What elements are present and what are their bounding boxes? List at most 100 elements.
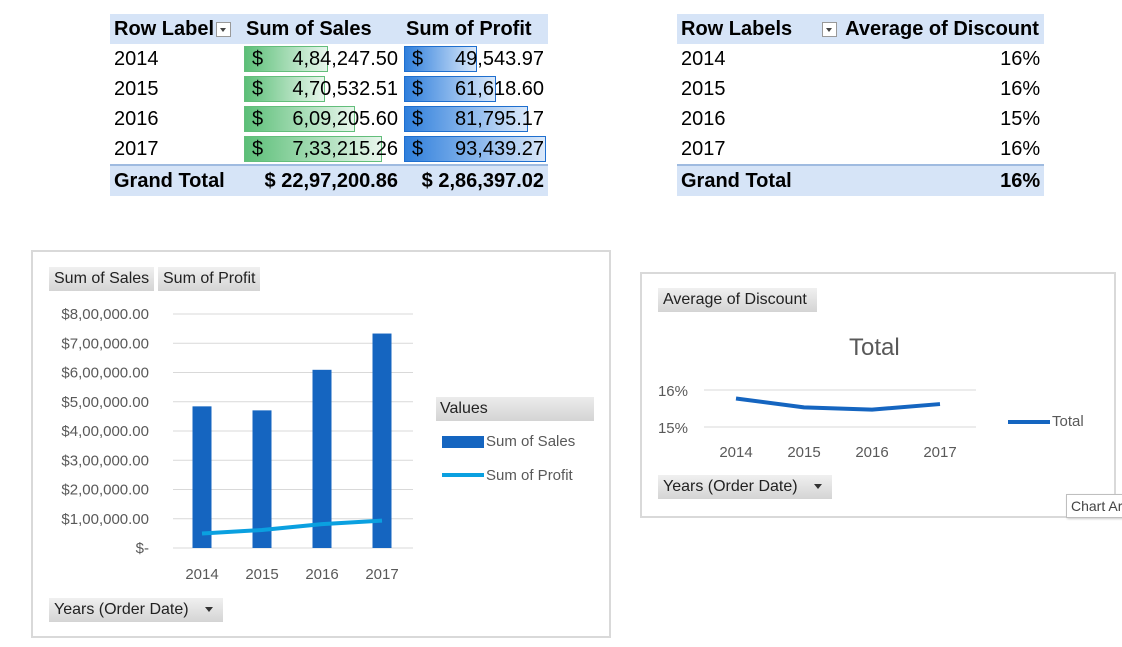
pivot-header-sales[interactable]: Sum of Sales xyxy=(242,14,402,44)
currency-symbol: $ xyxy=(412,47,424,70)
pivot-row-year[interactable]: 2017 xyxy=(110,134,242,165)
x-tick-label: 2017 xyxy=(923,444,956,461)
currency-symbol: $ xyxy=(252,77,264,100)
y-tick-label: $1,00,000.00 xyxy=(61,511,149,528)
legend-label-sum-of-profit: Sum of Profit xyxy=(486,467,573,484)
pivot-row: 2017 $7,33,215.26 $93,439.27 xyxy=(110,134,548,165)
currency-symbol: $ xyxy=(252,107,264,130)
currency-symbol: $ xyxy=(252,47,264,70)
pivot-value-sales: 4,84,247.50 xyxy=(292,47,398,70)
pivot2-row-year[interactable]: 2016 xyxy=(677,104,841,134)
chevron-down-icon[interactable] xyxy=(204,607,213,613)
y-tick-label: $2,00,000.00 xyxy=(61,482,149,499)
filter-dropdown-icon[interactable] xyxy=(822,21,838,37)
currency-symbol: $ xyxy=(252,137,264,160)
pivot-value-sales: 4,70,532.51 xyxy=(292,77,398,100)
pivot-header-row-label-text: Row Label xyxy=(114,17,215,40)
pivot-grand-total-sales[interactable]: $ 22,97,200.86 xyxy=(242,164,402,196)
pivot-grand-total-profit[interactable]: $ 2,86,397.02 xyxy=(402,164,548,196)
pivot2-header-row-label[interactable]: Row Labels xyxy=(677,14,842,44)
pivot-grand-total-label[interactable]: Grand Total xyxy=(110,164,242,196)
pivot-table-discount: Row Labels Average of Discount 2014 16% 20… xyxy=(677,14,1045,196)
pivot2-grand-total-discount[interactable]: 16% xyxy=(841,164,1045,196)
y-tick-label: 16% xyxy=(658,383,688,400)
axis-field-button-years-2-label: Years (Order Date) xyxy=(663,478,798,495)
pivot2-row-year[interactable]: 2014 xyxy=(677,44,841,74)
y-tick-label: $8,00,000.00 xyxy=(61,306,149,323)
pivot-row-year[interactable]: 2015 xyxy=(110,74,242,104)
y-tick-label: $4,00,000.00 xyxy=(61,423,149,440)
pivot2-header-row-label-text: Row Labels xyxy=(681,17,793,40)
filter-dropdown-icon[interactable] xyxy=(216,21,232,37)
pivot2-value-discount[interactable]: 16% xyxy=(841,74,1044,104)
pivot-row: 2016 $6,09,205.60 $81,795.17 xyxy=(110,104,548,134)
y-tick-label: $5,00,000.00 xyxy=(61,394,149,411)
pivot-cell-sales[interactable]: $4,70,532.51 xyxy=(242,74,402,104)
pivot-cell-profit[interactable]: $81,795.17 xyxy=(402,104,548,134)
pivot-row-year[interactable]: 2014 xyxy=(110,44,242,74)
pivot-value-sales: 6,09,205.60 xyxy=(292,107,398,130)
pivot-row: 2015 $4,70,532.51 $61,618.60 xyxy=(110,74,548,104)
pivot-value-sales: 7,33,215.26 xyxy=(292,137,398,160)
chart-area-tooltip: Chart Area xyxy=(1066,494,1122,518)
pivot-header-profit[interactable]: Sum of Profit xyxy=(402,14,548,44)
legend-title-values: Values xyxy=(436,397,594,421)
axis-field-button-years[interactable]: Years (Order Date) xyxy=(49,598,223,622)
y-tick-label: $7,00,000.00 xyxy=(61,335,149,352)
currency-symbol: $ xyxy=(412,77,424,100)
pivot2-row-year[interactable]: 2017 xyxy=(677,134,841,165)
pivot-cell-profit[interactable]: $49,543.97 xyxy=(402,44,548,74)
x-tick-label: 2014 xyxy=(185,566,218,583)
x-tick-label: 2015 xyxy=(245,566,278,583)
pivot2-header-discount[interactable]: Average of Discount xyxy=(841,14,1045,44)
currency-symbol: $ xyxy=(412,137,424,160)
pivot-value-profit: 81,795.17 xyxy=(455,107,544,130)
x-tick-label: 2015 xyxy=(787,444,820,461)
pivot2-row: 2016 15% xyxy=(677,104,1044,134)
pivot-cell-sales[interactable]: $6,09,205.60 xyxy=(242,104,402,134)
pivot-row: 2014 $4,84,247.50 $49,543.97 xyxy=(110,44,548,74)
legend-key-total xyxy=(1008,420,1050,424)
line-sum-of-profit[interactable] xyxy=(201,518,383,536)
bar-sum-of-sales[interactable] xyxy=(192,406,212,548)
pivot2-row: 2014 16% xyxy=(677,44,1044,74)
x-tick-label: 2017 xyxy=(365,566,398,583)
legend-key-sum-of-sales xyxy=(442,436,484,448)
chevron-down-icon[interactable] xyxy=(813,484,822,490)
pivot-cell-profit[interactable]: $61,618.60 xyxy=(402,74,548,104)
pivot-table-sales-profit: Row Label Sum of Sales Sum of Profit 201… xyxy=(110,14,548,196)
pivot-chart-discount[interactable]: Average of Discount Total 15% 16% 2014 2015… xyxy=(640,272,1116,518)
x-tick-label: 2016 xyxy=(305,566,338,583)
y-tick-label: $- xyxy=(136,540,149,557)
axis-field-button-years-2[interactable]: Years (Order Date) xyxy=(658,475,832,499)
pivot-value-profit: 61,618.60 xyxy=(455,77,544,100)
x-tick-label: 2016 xyxy=(855,444,888,461)
pivot-chart-sales-profit[interactable]: Sum of Sales Sum of Profit $- $1,00,000.0… xyxy=(31,250,611,638)
pivot-row-year[interactable]: 2016 xyxy=(110,104,242,134)
pivot2-grand-total-label[interactable]: Grand Total xyxy=(677,164,842,196)
legend-key-sum-of-profit xyxy=(442,473,484,477)
legend-label-total: Total xyxy=(1052,413,1084,430)
bar-sum-of-sales[interactable] xyxy=(312,369,332,548)
x-tick-label: 2014 xyxy=(719,444,752,461)
pivot2-value-discount[interactable]: 16% xyxy=(841,134,1044,165)
y-tick-label: 15% xyxy=(658,420,688,437)
pivot2-row: 2017 16% xyxy=(677,134,1044,165)
pivot-cell-sales[interactable]: $7,33,215.26 xyxy=(242,134,402,165)
y-tick-label: $3,00,000.00 xyxy=(61,452,149,469)
pivot-value-profit: 49,543.97 xyxy=(455,47,544,70)
pivot2-row: 2015 16% xyxy=(677,74,1044,104)
pivot-cell-sales[interactable]: $4,84,247.50 xyxy=(242,44,402,74)
pivot-header-row-label[interactable]: Row Label xyxy=(110,14,242,44)
pivot2-value-discount[interactable]: 16% xyxy=(841,44,1044,74)
legend-label-sum-of-sales: Sum of Sales xyxy=(486,433,576,450)
pivot-cell-profit[interactable]: $93,439.27 xyxy=(402,134,548,165)
currency-symbol: $ xyxy=(412,107,424,130)
y-tick-label: $6,00,000.00 xyxy=(61,365,149,382)
bar-sum-of-sales[interactable] xyxy=(372,333,392,548)
line-total[interactable] xyxy=(735,396,941,412)
pivot2-row-year[interactable]: 2015 xyxy=(677,74,841,104)
pivot2-value-discount[interactable]: 15% xyxy=(841,104,1044,134)
axis-field-button-years-label: Years (Order Date) xyxy=(54,601,189,618)
pivot-value-profit: 93,439.27 xyxy=(455,137,544,160)
